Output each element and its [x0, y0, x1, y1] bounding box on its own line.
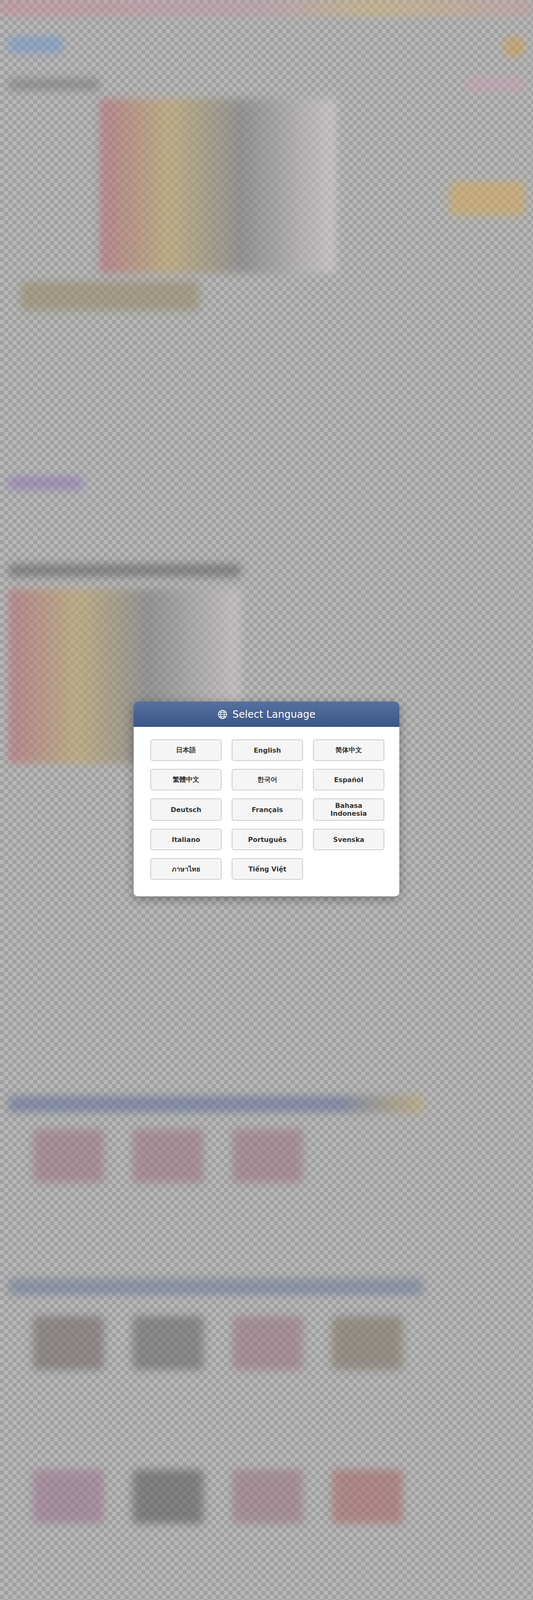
language-button[interactable]: 简体中文	[312, 738, 385, 761]
language-button[interactable]: Bahasa Indonesia	[312, 797, 385, 821]
language-button[interactable]: Español	[312, 768, 385, 790]
language-button[interactable]: Italiano	[150, 828, 222, 850]
language-button[interactable]: Svenska	[312, 828, 385, 850]
language-button[interactable]: ภาษาไทย	[150, 857, 222, 880]
language-button[interactable]: Deutsch	[150, 797, 222, 821]
language-button[interactable]: 日本語	[150, 738, 222, 761]
language-dialog: Select Language 日本語 English 简体中文繁體中文 한국어 Esp…	[133, 701, 400, 896]
dialog-header: Select Language	[133, 701, 400, 727]
globe-icon	[217, 709, 228, 719]
language-button[interactable]: Tiếng Việt	[231, 857, 304, 880]
language-button[interactable]: English	[231, 738, 304, 761]
language-grid: 日本語 English 简体中文繁體中文 한국어 Español Deutsch Franç…	[133, 726, 400, 896]
language-button[interactable]: 繁體中文	[150, 768, 222, 790]
language-button[interactable]: 한국어	[231, 768, 304, 790]
language-button[interactable]: Français	[231, 797, 304, 821]
dialog-title: Select Language	[232, 708, 316, 720]
language-button[interactable]: Português	[231, 828, 304, 850]
